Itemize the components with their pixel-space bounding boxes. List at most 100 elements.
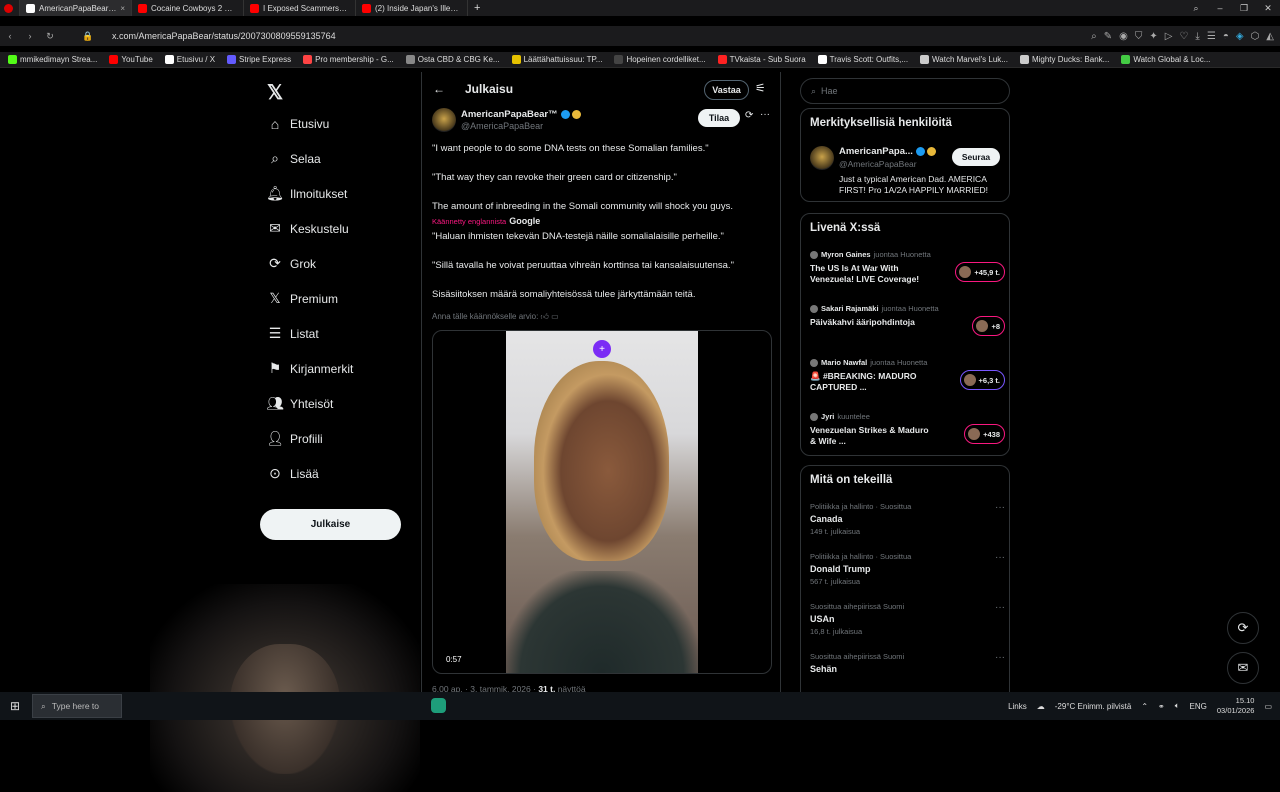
trend-item[interactable]: Suosittua aihepiirissä Suomi USAn 16,8 t. … [810,602,1005,636]
clock[interactable]: 15.10 03/01/2026 [1217,696,1255,716]
sidebar-item-keskustelu[interactable]: ✉ Keskustelu [260,211,410,246]
post-button[interactable]: Julkaise [260,509,401,540]
avatar[interactable] [432,108,456,132]
trend-item[interactable]: Politiikka ja hallinto · Suosittua Donald… [810,552,1005,586]
windows-start-icon[interactable]: ⊞ [10,699,20,713]
trend-item[interactable]: Politiikka ja hallinto · Suosittua Canada… [810,502,1005,536]
browser-tab-bar: AmericanPapaBear™ X.com× Cocaine Cowboys… [0,0,1280,16]
sidebar-item-kirjanmerkit[interactable]: ⚑ Kirjanmerkit [260,351,410,386]
menu-icon[interactable]: ☰ [1207,31,1216,42]
live-item[interactable]: Sakari Rajamäki juontaa Huonetta Päiväkahv… [810,304,1005,336]
bookmark-item[interactable]: Watch Global & Loc... [1121,55,1210,64]
close-window-icon[interactable]: ✕ [1256,0,1280,16]
chevron-up-icon[interactable]: ⌃ [1141,702,1148,711]
minimize-icon[interactable]: – [1208,0,1232,16]
sidebar-item-lisää[interactable]: ⊙ Lisää [260,456,410,491]
bookmark-item[interactable]: Hopeinen cordelliket... [614,55,706,64]
trend-item[interactable]: Suosittua aihepiirissä Suomi Sehän ··· [810,652,1005,677]
more-icon[interactable]: ··· [995,652,1005,663]
search-tabs-icon[interactable]: ⌕ [1184,0,1208,16]
more-icon[interactable]: ··· [995,602,1005,613]
video-player[interactable]: + 0:57 [432,330,772,674]
sidebar-item-grok[interactable]: ⟳ Grok [260,246,410,281]
more-icon[interactable]: ··· [995,502,1005,513]
bookmark-item[interactable]: Stripe Express [227,55,291,64]
sidebar-item-ilmoitukset[interactable]: 🔔︎ Ilmoitukset [260,176,410,211]
back-arrow-icon[interactable]: ← [433,82,445,96]
subscribe-button[interactable]: Tilaa [698,109,740,127]
reply-button[interactable]: Vastaa [704,80,749,100]
bookmark-item[interactable]: mmikedimayn Strea... [8,55,97,64]
profile-icon[interactable]: ◓ [1223,31,1229,42]
search-icon[interactable]: ⌕ [1091,31,1097,42]
ai-icon[interactable]: ◈ [1236,31,1244,42]
comment-icon[interactable]: ▭ [551,312,559,321]
bookmark-item[interactable]: Mighty Ducks: Bank... [1019,55,1109,64]
notification-icon[interactable]: ▭ [1264,702,1272,711]
download-icon[interactable]: ⤓ [1195,31,1199,42]
language-indicator[interactable]: ENG [1190,702,1207,711]
live-item[interactable]: Mario Nawfal juontaa Huonetta 🚨 #BREAKING:… [810,358,1005,393]
messages-fab-icon[interactable]: ✉ [1227,652,1259,684]
forward-icon[interactable]: › [20,31,40,41]
sidebar-item-premium[interactable]: 𝕏 Premium [260,281,410,316]
back-icon[interactable]: ‹ [0,31,20,41]
grok-plus-icon[interactable]: + [593,340,611,358]
live-item[interactable]: Myron Gaines juontaa Huonetta The US Is At… [810,250,1005,285]
avatar[interactable] [810,146,834,170]
shield-icon[interactable]: ⛉ [1135,31,1143,42]
sidebar-item-selaa[interactable]: ⌕ Selaa [260,141,410,176]
browser-tab-2[interactable]: I Exposed Scammers in To [244,0,356,16]
x-logo-icon[interactable]: 𝕏 [267,80,410,106]
new-tab-button[interactable]: + [468,0,488,16]
grok-icon[interactable]: ⟳ [745,110,753,121]
browser-tab-0[interactable]: AmericanPapaBear™ X.com× [20,0,132,16]
thumbs-up-icon[interactable]: 👍︎ [541,312,549,321]
aria-icon[interactable]: ◭ [1266,31,1274,42]
close-tab-icon[interactable]: × [120,4,125,13]
settings-sliders-icon[interactable]: ⚟ [755,81,766,95]
links-label[interactable]: Links [1008,702,1027,711]
heart-icon[interactable]: ♡ [1179,31,1188,42]
bookmark-favicon-icon [717,55,727,64]
bookmark-item[interactable]: Pro membership - G... [303,55,394,64]
relevant-handle[interactable]: @AmericaPapaBear [839,159,917,169]
bookmark-item[interactable]: Watch Marvel's Luk... [920,55,1008,64]
author-handle[interactable]: @AmericaPapaBear [461,121,543,131]
sidebar-item-etusivu[interactable]: ⌂ Etusivu [260,106,410,141]
reload-icon[interactable]: ↻ [40,31,60,42]
sidebar-item-profiili[interactable]: 👤︎ Profiili [260,421,410,456]
bookmark-item[interactable]: YouTube [109,55,153,64]
more-icon[interactable]: ··· [760,109,770,120]
relevant-name[interactable]: AmericanPapa... [839,146,936,157]
bookmark-item[interactable]: Läättähattuissuu: TP... [511,55,602,64]
url-field[interactable]: x.com/AmericaPapaBear/status/20073008095… [112,31,336,41]
translation-note[interactable]: Käännetty englannista Google [432,216,540,226]
cube-icon[interactable]: ⬡ [1251,31,1260,42]
maximize-icon[interactable]: ❐ [1232,0,1256,16]
grok-fab-icon[interactable]: ⟳ [1227,612,1259,644]
live-item[interactable]: Jyri kuuntelee Venezuelan Strikes & Maduro… [810,412,1005,447]
sidebar-item-listat[interactable]: ☰ Listat [260,316,410,351]
taskbar-search[interactable]: ⌕ Type here to [32,694,122,718]
browser-tab-3[interactable]: (2) Inside Japan's Illegal Dr [356,0,468,16]
bookmark-item[interactable]: Etusivu / X [164,55,215,64]
edit-icon[interactable]: ✎ [1104,31,1112,42]
network-icon[interactable]: ⚭ [1158,702,1165,711]
camera-icon[interactable]: ◉ [1119,31,1128,42]
app-icon[interactable] [431,698,446,713]
bookmark-item[interactable]: Osta CBD & CBG Ke... [405,55,500,64]
volume-icon[interactable]: 🔈︎ [1175,701,1180,711]
follow-button[interactable]: Seuraa [952,148,1000,166]
bookmark-item[interactable]: Travis Scott: Outfits,... [817,55,908,64]
extension-icon[interactable]: ✦ [1149,31,1157,42]
author-name[interactable]: AmericanPapaBear™ [461,109,581,120]
bookmark-item[interactable]: TVkaista - Sub Suora [717,55,806,64]
more-icon[interactable]: ··· [995,552,1005,563]
tab-menu[interactable] [0,0,20,16]
browser-tab-1[interactable]: Cocaine Cowboys 2 Hustl [132,0,244,16]
sidebar-item-yhteisöt[interactable]: 👥︎ Yhteisöt [260,386,410,421]
weather-text[interactable]: -29°C Enimm. pilvistä [1055,702,1132,711]
search-input[interactable]: ⌕ Hae [800,78,1010,104]
play-icon[interactable]: ▷ [1165,31,1173,42]
